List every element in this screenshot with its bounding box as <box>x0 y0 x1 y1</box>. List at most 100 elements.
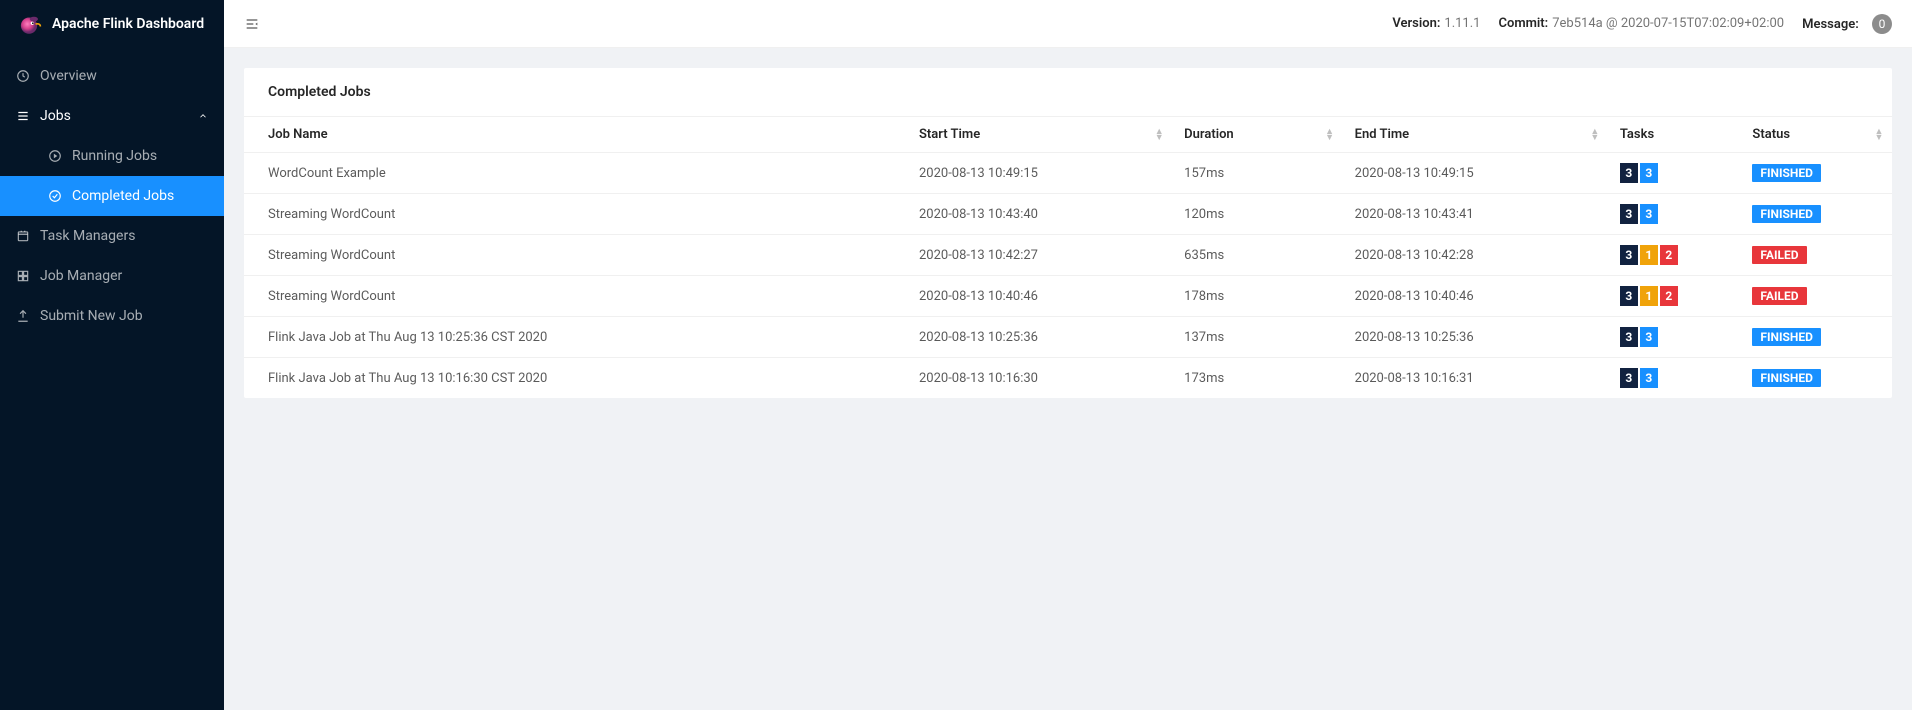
cell-status: FINISHED <box>1740 194 1892 235</box>
task-badge: 3 <box>1620 327 1638 347</box>
task-badges: 33 <box>1620 163 1658 183</box>
task-badge: 2 <box>1660 245 1678 265</box>
sort-icon: ▲▼ <box>1874 129 1884 141</box>
status-badge: FAILED <box>1752 287 1806 305</box>
task-badges: 312 <box>1620 286 1678 306</box>
sort-icon: ▲▼ <box>1154 129 1164 141</box>
sidebar-item-submit-new-job[interactable]: Submit New Job <box>0 296 224 336</box>
version-info: Version:1.11.1 <box>1392 16 1480 31</box>
sidebar-item-jobs[interactable]: Jobs <box>0 96 224 136</box>
task-badges: 312 <box>1620 245 1678 265</box>
sidebar-header: Apache Flink Dashboard <box>0 0 224 48</box>
commit-label: Commit: <box>1498 16 1548 31</box>
task-badge: 3 <box>1620 286 1638 306</box>
cell-end-time: 2020-08-13 10:16:31 <box>1343 358 1608 399</box>
cell-tasks: 312 <box>1608 276 1741 317</box>
cell-start-time: 2020-08-13 10:49:15 <box>907 153 1172 194</box>
task-badge: 1 <box>1640 286 1658 306</box>
table-row[interactable]: WordCount Example2020-08-13 10:49:15157m… <box>244 153 1892 194</box>
message-info[interactable]: Message: 0 <box>1802 14 1892 34</box>
task-badge: 1 <box>1640 245 1658 265</box>
menu-fold-icon[interactable] <box>244 16 260 32</box>
status-badge: FINISHED <box>1752 205 1820 223</box>
table-row[interactable]: Streaming WordCount2020-08-13 10:42:2763… <box>244 235 1892 276</box>
completed-jobs-table: Job Name Start Time▲▼ Duration▲▼ End Tim… <box>244 116 1892 398</box>
cell-status: FINISHED <box>1740 358 1892 399</box>
card-title: Completed Jobs <box>244 68 1892 116</box>
schedule-icon <box>16 229 30 243</box>
task-badge: 3 <box>1640 163 1658 183</box>
cell-start-time: 2020-08-13 10:25:36 <box>907 317 1172 358</box>
table-row[interactable]: Flink Java Job at Thu Aug 13 10:16:30 CS… <box>244 358 1892 399</box>
sidebar-item-label: Job Manager <box>40 268 208 284</box>
sidebar-item-label: Jobs <box>40 108 198 124</box>
cell-end-time: 2020-08-13 10:43:41 <box>1343 194 1608 235</box>
cell-duration: 137ms <box>1172 317 1342 358</box>
cell-status: FAILED <box>1740 276 1892 317</box>
status-badge: FINISHED <box>1752 164 1820 182</box>
sidebar-item-label: Completed Jobs <box>72 188 208 204</box>
cell-tasks: 312 <box>1608 235 1741 276</box>
cell-duration: 178ms <box>1172 276 1342 317</box>
task-badge: 3 <box>1620 368 1638 388</box>
cell-end-time: 2020-08-13 10:49:15 <box>1343 153 1608 194</box>
task-badge: 3 <box>1640 204 1658 224</box>
sort-icon: ▲▼ <box>1590 129 1600 141</box>
status-badge: FINISHED <box>1752 369 1820 387</box>
cell-end-time: 2020-08-13 10:42:28 <box>1343 235 1608 276</box>
sidebar-item-completed-jobs[interactable]: Completed Jobs <box>0 176 224 216</box>
message-label: Message: <box>1802 17 1859 32</box>
cell-job-name: Flink Java Job at Thu Aug 13 10:16:30 CS… <box>244 358 907 399</box>
table-row[interactable]: Flink Java Job at Thu Aug 13 10:25:36 CS… <box>244 317 1892 358</box>
sidebar-item-label: Submit New Job <box>40 308 208 324</box>
col-header-tasks[interactable]: Tasks <box>1608 117 1741 153</box>
cell-tasks: 33 <box>1608 153 1741 194</box>
col-header-start-time[interactable]: Start Time▲▼ <box>907 117 1172 153</box>
cell-job-name: Flink Java Job at Thu Aug 13 10:25:36 CS… <box>244 317 907 358</box>
sidebar-item-label: Overview <box>40 68 208 84</box>
task-badge: 3 <box>1620 245 1638 265</box>
message-count-badge: 0 <box>1872 14 1892 34</box>
table-row[interactable]: Streaming WordCount2020-08-13 10:43:4012… <box>244 194 1892 235</box>
task-badges: 33 <box>1620 204 1658 224</box>
cell-start-time: 2020-08-13 10:40:46 <box>907 276 1172 317</box>
commit-value: 7eb514a @ 2020-07-15T07:02:09+02:00 <box>1552 16 1784 31</box>
table-row[interactable]: Streaming WordCount2020-08-13 10:40:4617… <box>244 276 1892 317</box>
cell-duration: 157ms <box>1172 153 1342 194</box>
status-badge: FINISHED <box>1752 328 1820 346</box>
cell-job-name: WordCount Example <box>244 153 907 194</box>
commit-info: Commit: 7eb514a @ 2020-07-15T07:02:09+02:… <box>1498 16 1784 31</box>
cell-status: FINISHED <box>1740 317 1892 358</box>
dashboard-icon <box>16 69 30 83</box>
play-circle-icon <box>48 149 62 163</box>
cell-start-time: 2020-08-13 10:43:40 <box>907 194 1172 235</box>
col-header-duration[interactable]: Duration▲▼ <box>1172 117 1342 153</box>
topbar: Version:1.11.1 Commit: 7eb514a @ 2020-07-… <box>224 0 1912 48</box>
sidebar-item-job-manager[interactable]: Job Manager <box>0 256 224 296</box>
task-badge: 2 <box>1660 286 1678 306</box>
cell-duration: 120ms <box>1172 194 1342 235</box>
task-badges: 33 <box>1620 327 1658 347</box>
cell-tasks: 33 <box>1608 194 1741 235</box>
build-icon <box>16 269 30 283</box>
flink-logo-icon <box>16 11 42 37</box>
cell-tasks: 33 <box>1608 358 1741 399</box>
sidebar-item-task-managers[interactable]: Task Managers <box>0 216 224 256</box>
cell-duration: 173ms <box>1172 358 1342 399</box>
cell-job-name: Streaming WordCount <box>244 235 907 276</box>
col-header-end-time[interactable]: End Time▲▼ <box>1343 117 1608 153</box>
col-header-status[interactable]: Status▲▼ <box>1740 117 1892 153</box>
col-header-job-name[interactable]: Job Name <box>244 117 907 153</box>
task-badge: 3 <box>1620 163 1638 183</box>
status-badge: FAILED <box>1752 246 1806 264</box>
chevron-up-icon <box>198 111 208 121</box>
sort-icon: ▲▼ <box>1325 129 1335 141</box>
version-label: Version: <box>1392 16 1440 31</box>
cell-job-name: Streaming WordCount <box>244 194 907 235</box>
sidebar-item-overview[interactable]: Overview <box>0 56 224 96</box>
sidebar-item-running-jobs[interactable]: Running Jobs <box>0 136 224 176</box>
cell-end-time: 2020-08-13 10:40:46 <box>1343 276 1608 317</box>
sidebar-item-label: Running Jobs <box>72 148 208 164</box>
cell-status: FAILED <box>1740 235 1892 276</box>
cell-start-time: 2020-08-13 10:16:30 <box>907 358 1172 399</box>
